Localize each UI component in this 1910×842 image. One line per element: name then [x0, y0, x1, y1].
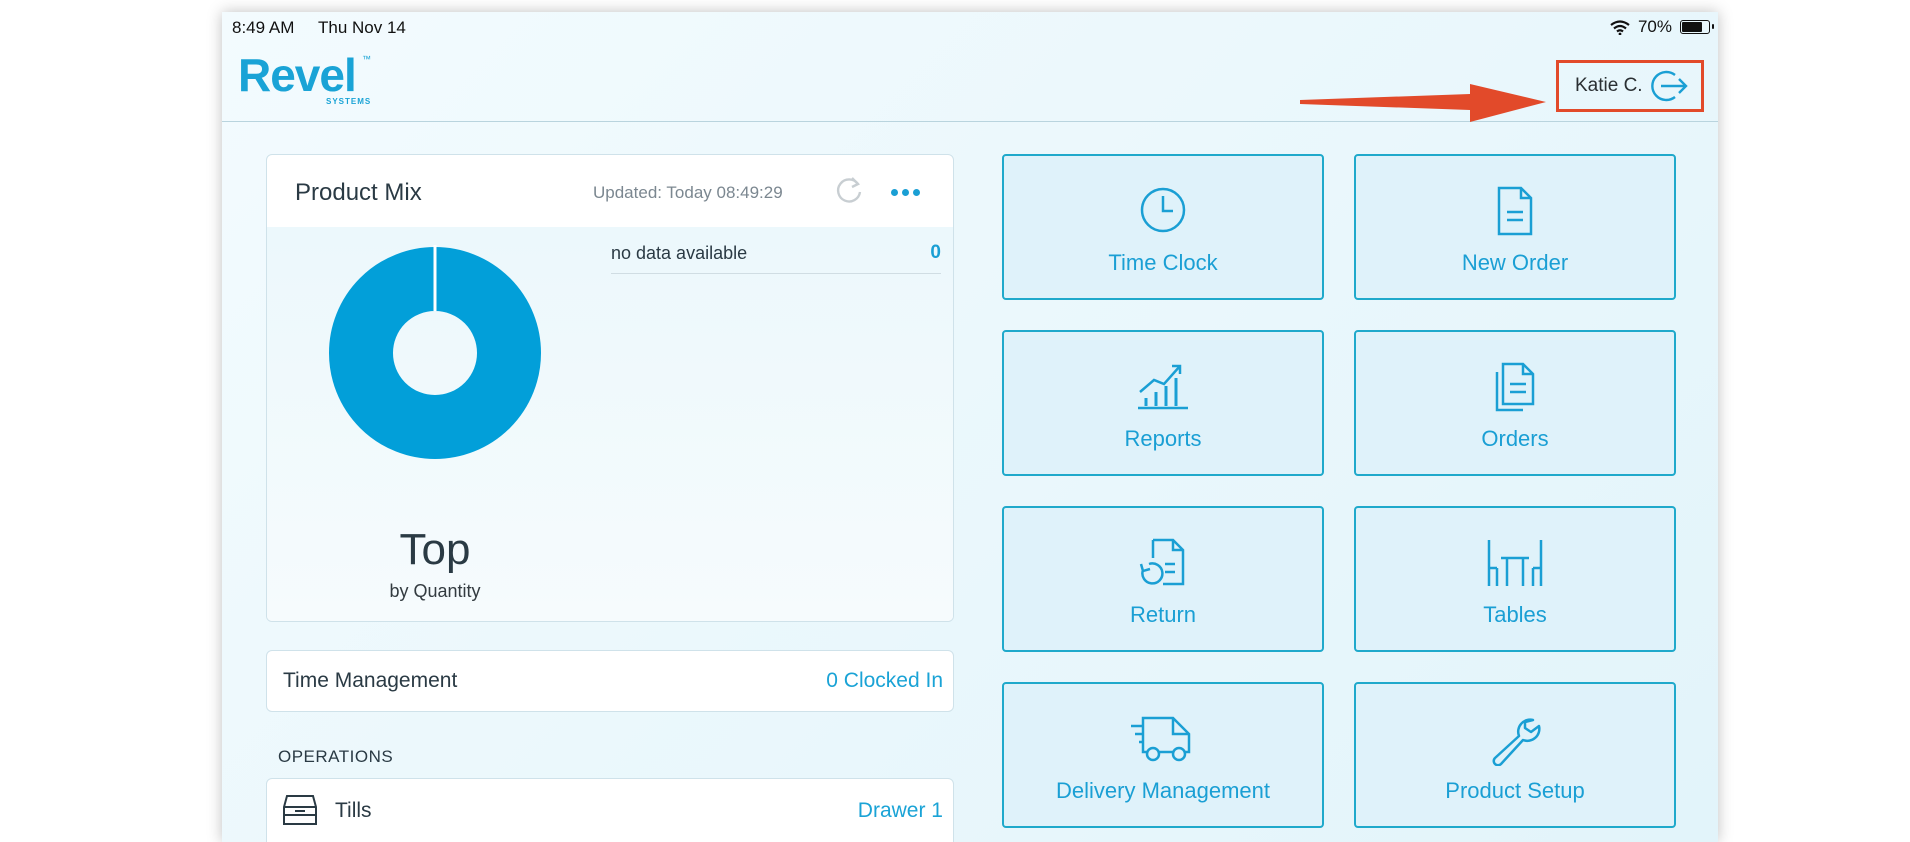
product-mix-body: Top by Quantity no data available 0 — [267, 227, 953, 621]
annotation-arrow — [1300, 84, 1546, 122]
status-bar: 8:49 AM Thu Nov 14 70% — [222, 12, 1718, 42]
app-header: Revel ™ SYSTEMS Katie C. — [222, 42, 1718, 122]
time-management-row[interactable]: Time Management 0 Clocked In — [266, 650, 954, 712]
orders-button[interactable]: Orders — [1354, 330, 1676, 476]
brand-name: Revel — [238, 49, 357, 101]
status-time: 8:49 AM — [232, 18, 295, 37]
status-right: 70% — [1610, 17, 1714, 37]
status-date: Thu Nov 14 — [318, 18, 406, 37]
wrench-icon — [1492, 718, 1541, 766]
return-button[interactable]: Return — [1002, 506, 1324, 652]
tables-label: Tables — [1483, 602, 1547, 627]
documents-icon — [1495, 362, 1535, 412]
brand-subtitle: SYSTEMS — [326, 97, 372, 106]
wifi-icon — [1610, 19, 1630, 35]
product-mix-by-label: by Quantity — [389, 581, 481, 601]
brand-trademark: ™ — [362, 54, 371, 64]
user-logout-button[interactable]: Katie C. — [1556, 60, 1704, 112]
time-management-label: Time Management — [283, 669, 458, 692]
tables-icon — [1487, 540, 1543, 586]
document-icon — [1497, 186, 1533, 236]
battery-percent: 70% — [1637, 17, 1672, 36]
product-setup-button[interactable]: Product Setup — [1354, 682, 1676, 828]
legend-value: 0 — [930, 242, 941, 263]
product-mix-top-label: Top — [399, 525, 471, 574]
reports-label: Reports — [1124, 426, 1202, 451]
donut-chart — [329, 245, 541, 459]
chart-icon — [1138, 364, 1188, 410]
more-options-icon[interactable] — [891, 189, 920, 196]
legend-label: no data available — [611, 243, 748, 263]
tills-row[interactable]: Tills Drawer 1 — [266, 778, 954, 842]
product-mix-header: Product Mix Updated: Today 08:49:29 — [267, 155, 953, 228]
tills-value: Drawer 1 — [857, 799, 943, 822]
refresh-icon[interactable] — [833, 175, 865, 207]
clocked-in-count: 0 Clocked In — [826, 669, 943, 692]
return-label: Return — [1129, 602, 1197, 627]
return-icon — [1139, 538, 1185, 586]
tills-label: Tills — [335, 799, 372, 822]
legend-row: no data available 0 — [611, 237, 941, 274]
clock-icon — [1140, 187, 1186, 233]
operations-heading: OPERATIONS — [278, 747, 394, 766]
revel-logo: Revel ™ SYSTEMS — [238, 49, 371, 106]
product-mix-updated: Updated: Today 08:49:29 — [593, 183, 783, 202]
product-mix-title: Product Mix — [295, 179, 422, 206]
battery-icon — [1680, 20, 1714, 34]
time-clock-button[interactable]: Time Clock — [1002, 154, 1324, 300]
new-order-label: New Order — [1461, 250, 1569, 275]
tables-button[interactable]: Tables — [1354, 506, 1676, 652]
truck-icon — [1131, 716, 1191, 762]
drawer-icon — [283, 795, 317, 825]
new-order-button[interactable]: New Order — [1354, 154, 1676, 300]
logout-icon — [1651, 70, 1688, 102]
product-setup-label: Product Setup — [1445, 778, 1585, 803]
user-name: Katie C. — [1575, 75, 1643, 96]
product-mix-card: Product Mix Updated: Today 08:49:29 Top … — [266, 154, 954, 622]
ipad-screen: 8:49 AM Thu Nov 14 70% Revel ™ SYSTEMS K… — [222, 12, 1718, 842]
delivery-management-label: Delivery Management — [1056, 778, 1270, 803]
orders-label: Orders — [1481, 426, 1549, 451]
delivery-management-button[interactable]: Delivery Management — [1002, 682, 1324, 828]
time-clock-label: Time Clock — [1108, 250, 1218, 275]
reports-button[interactable]: Reports — [1002, 330, 1324, 476]
